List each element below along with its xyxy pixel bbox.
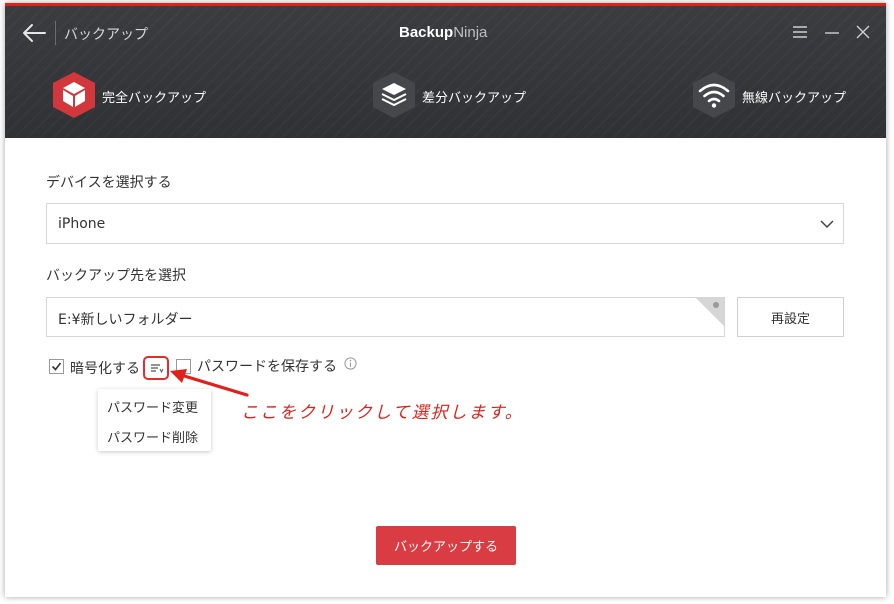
tab-wireless-backup[interactable]: 無線バックアップ [691,70,861,122]
back-arrow-icon[interactable] [21,21,47,45]
encrypt-checkbox[interactable] [49,359,64,374]
checkmark-icon [51,362,62,371]
device-label: デバイスを選択する [46,175,172,191]
brand-light: Ninja [453,24,488,41]
close-icon[interactable] [853,22,873,42]
tab-diff-backup[interactable]: 差分バックアップ [371,70,541,122]
wifi-icon [693,72,735,118]
reset-destination-button[interactable]: 再設定 [737,297,844,337]
destination-path-value: E:¥新しいフォルダー [58,312,193,328]
device-select[interactable]: iPhone [46,203,844,244]
brand-logo: BackupNinja [399,24,487,41]
destination-path-field[interactable]: E:¥新しいフォルダー [46,297,725,337]
folder-corner-icon [695,297,725,327]
menu-icon[interactable] [790,22,810,42]
chevron-down-icon [820,220,834,229]
list-icon [151,364,164,374]
tab-label: 差分バックアップ [422,91,527,106]
menu-item-delete-password[interactable]: パスワード削除 [107,427,198,446]
brand-bold: Backup [399,24,454,41]
destination-label: バックアップ先を選択 [46,268,186,284]
box-icon [53,72,95,118]
annotation-arrow-icon [170,369,249,397]
tab-full-backup[interactable]: 完全バックアップ [51,70,221,122]
start-backup-button[interactable]: バックアップする [376,526,516,565]
encrypt-label: 暗号化する [70,361,140,377]
tab-label: 完全バックアップ [102,91,207,106]
minimize-icon[interactable] [822,22,842,42]
device-selected-value: iPhone [58,216,106,232]
layers-icon [373,72,415,118]
info-icon[interactable] [344,357,357,370]
app-header: バックアップ BackupNinja 完全バックアップ 差分バックアップ 無線バ… [5,3,886,138]
tab-label: 無線バックアップ [742,91,847,106]
page-title: バックアップ [64,27,148,43]
header-divider [55,21,56,45]
annotation-text: ここをクリックして選択します。 [241,403,524,423]
app-window: バックアップ BackupNinja 完全バックアップ 差分バックアップ 無線バ… [5,3,886,597]
